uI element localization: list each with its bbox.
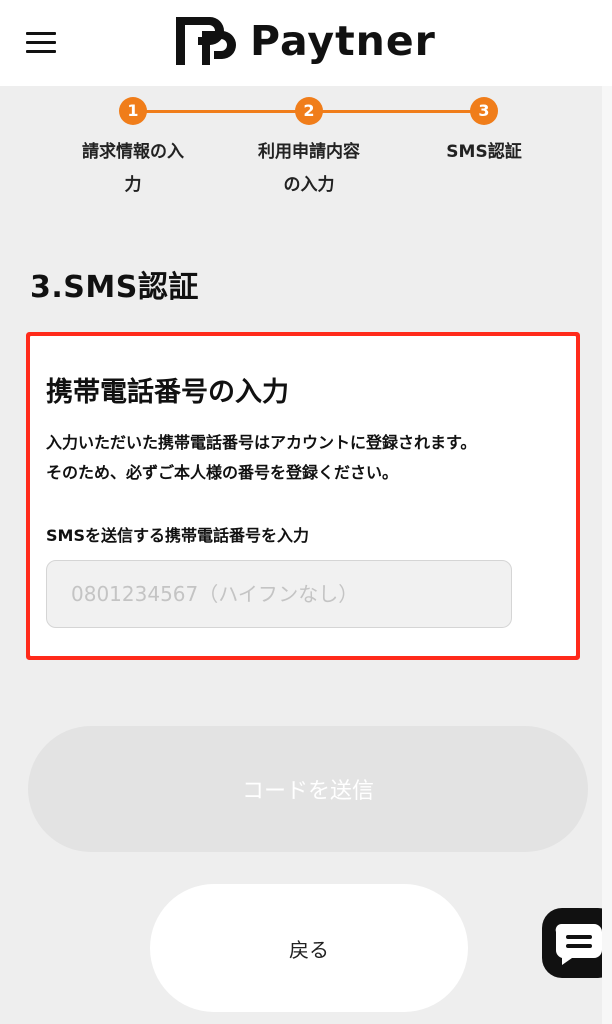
step-2-circle: 2 <box>295 97 323 125</box>
page-title: 3.SMS認証 <box>30 270 199 305</box>
step-1-label-line1: 請求情報の入 <box>82 142 184 162</box>
main-content: 1 2 3 請求情報の入 力 利用申請内容 の入力 SMS認証 3.SMS認証 … <box>0 86 612 1024</box>
app-header: Paytner <box>0 0 612 86</box>
send-code-button[interactable]: コードを送信 <box>28 726 588 852</box>
card-description-line2: そのため、必ずご本人様の番号を登録ください。 <box>46 463 399 482</box>
step-3-label-line1: SMS認証 <box>446 142 522 162</box>
card-title: 携帯電話番号の入力 <box>46 377 289 408</box>
step-1-circle: 1 <box>119 97 147 125</box>
phone-field-label: SMSを送信する携帯電話番号を入力 <box>46 526 309 545</box>
logo-text: Paytner <box>250 17 436 65</box>
step-2-label: 利用申請内容 の入力 <box>239 136 379 202</box>
back-button[interactable]: 戻る <box>150 884 468 1012</box>
card-description: 入力いただいた携帯電話番号はアカウントに登録されます。 そのため、必ずご本人様の… <box>46 428 476 488</box>
step-3-label: SMS認証 <box>414 136 554 169</box>
step-2-label-line1: 利用申請内容 <box>258 142 360 162</box>
step-connector <box>322 110 472 113</box>
hamburger-menu-icon[interactable] <box>26 32 58 54</box>
step-1-label-line2: 力 <box>124 175 142 195</box>
step-3-circle: 3 <box>470 97 498 125</box>
step-connector <box>146 110 296 113</box>
page-edge <box>602 86 612 1024</box>
paytner-logo-mark-icon <box>176 17 236 65</box>
phone-entry-card: 携帯電話番号の入力 入力いただいた携帯電話番号はアカウントに登録されます。 その… <box>30 336 576 656</box>
step-2-label-line2: の入力 <box>283 175 335 195</box>
step-1-label: 請求情報の入 力 <box>63 136 203 202</box>
card-description-line1: 入力いただいた携帯電話番号はアカウントに登録されます。 <box>46 433 477 452</box>
phone-number-input[interactable] <box>46 560 512 628</box>
paytner-logo[interactable]: Paytner <box>176 16 436 66</box>
